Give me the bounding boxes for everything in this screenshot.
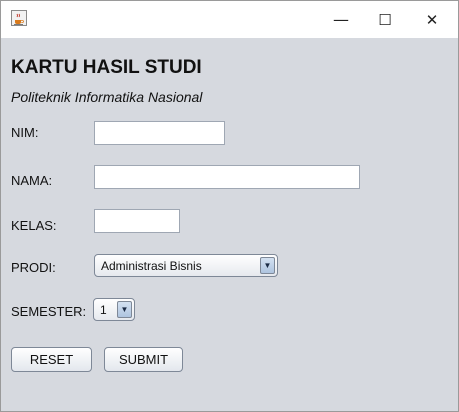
java-app-icon [11,10,27,26]
semester-select[interactable]: 1 ▼ [93,298,135,321]
semester-label: SEMESTER: [11,304,87,319]
maximize-button[interactable]: ☐ [363,1,407,38]
minimize-button[interactable]: — [319,1,363,38]
nim-label: NIM: [11,125,39,140]
submit-button[interactable]: SUBMIT [104,347,183,372]
form-panel: KARTU HASIL STUDI Politeknik Informatika… [1,38,458,411]
page-subtitle: Politeknik Informatika Nasional [11,89,203,105]
close-button[interactable]: ✕ [410,1,454,38]
nim-field[interactable] [94,121,225,145]
chevron-down-icon[interactable]: ▼ [260,257,275,274]
prodi-label: PRODI: [11,260,56,275]
app-window: — ☐ ✕ KARTU HASIL STUDI Politeknik Infor… [0,0,459,412]
prodi-selected-value: Administrasi Bisnis [101,259,202,273]
prodi-select[interactable]: Administrasi Bisnis ▼ [94,254,278,277]
kelas-label: KELAS: [11,218,57,233]
nama-field[interactable] [94,165,360,189]
page-title: KARTU HASIL STUDI [11,57,202,78]
semester-selected-value: 1 [100,303,107,317]
title-bar: — ☐ ✕ [1,1,458,38]
reset-button[interactable]: RESET [11,347,92,372]
chevron-down-icon[interactable]: ▼ [117,301,132,318]
nama-label: NAMA: [11,173,53,188]
kelas-field[interactable] [94,209,180,233]
java-cup-icon [14,13,24,25]
